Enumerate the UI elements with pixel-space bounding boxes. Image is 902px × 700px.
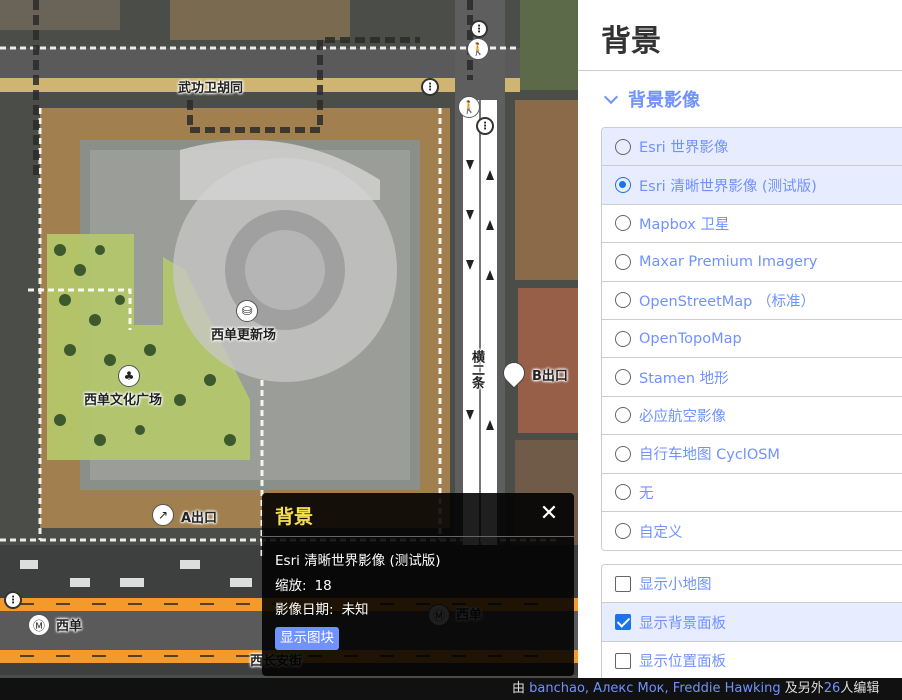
attribution-middle: 及另外 xyxy=(780,681,824,696)
background-source-label: Mapbox 卫星 xyxy=(639,216,730,233)
checkbox-checked-icon[interactable] xyxy=(615,614,631,631)
radio-icon[interactable] xyxy=(615,215,631,232)
attribution-text: 由 banchao, Алекс Мок, Freddie Hawking 及另… xyxy=(512,678,879,700)
radio-icon[interactable] xyxy=(615,292,631,309)
section-title: 背景影像 xyxy=(628,90,700,111)
radio-selected-icon[interactable] xyxy=(615,177,631,194)
map-view[interactable]: 武功卫胡同 西单更新场 西单文化广场 A出口 B出口 西单 西单 西长安街 横二… xyxy=(0,0,578,700)
radio-icon[interactable] xyxy=(615,407,631,424)
shopping-bag-icon[interactable]: ⛁ xyxy=(236,300,258,322)
close-icon[interactable]: ✕ xyxy=(538,503,560,525)
background-pane: 背景 背景影像 Esri 世界影像 Esri 清晰世界影像 (测试版) Mapbox… xyxy=(578,0,902,678)
chevron-down-icon xyxy=(603,89,619,105)
pedestrian-crossing-icon-2[interactable]: 🚶 xyxy=(458,96,480,118)
attribution-footer: 由 banchao, Алекс Мок, Freddie Hawking 及另… xyxy=(0,678,902,700)
poi-label-xidan-mall[interactable]: 西单更新场 xyxy=(211,324,276,343)
attribution-count-link[interactable]: 26 xyxy=(824,681,841,696)
display-option-item[interactable]: 显示小地图 xyxy=(602,565,902,604)
poi-label-exit-b[interactable]: B出口 xyxy=(532,365,568,384)
background-source-label: 无 xyxy=(639,485,654,502)
info-panel-header: 背景 ✕ xyxy=(262,493,574,537)
background-source-label: Stamen 地形 xyxy=(639,370,729,387)
background-source-item[interactable]: 自定义 xyxy=(602,511,902,551)
background-source-item[interactable]: 无 xyxy=(602,473,902,512)
traffic-signal-icon-3[interactable]: ⋮ xyxy=(476,117,494,135)
entrance-icon[interactable]: ↗ xyxy=(152,504,174,526)
checkbox-icon[interactable] xyxy=(615,575,631,592)
info-imagery-value: Esri 清晰世界影像 (测试版) xyxy=(275,553,441,569)
attribution-authors-link[interactable]: banchao, Алекс Мок, Freddie Hawking xyxy=(529,681,781,696)
info-panel-body: Esri 清晰世界影像 (测试版) 缩放: 18 影像日期: 未知 显示图块 xyxy=(262,537,574,662)
display-option-label: 显示背景面板 xyxy=(639,615,726,632)
checkbox-icon[interactable] xyxy=(615,652,631,669)
street-label-vertical[interactable]: 横二条 xyxy=(467,350,486,389)
background-source-item[interactable]: Mapbox 卫星 xyxy=(602,204,902,244)
traffic-signal-icon-4[interactable]: ⋮ xyxy=(4,591,22,609)
pedestrian-crossing-icon-1[interactable]: 🚶 xyxy=(467,38,489,60)
pane-title: 背景 xyxy=(601,24,661,59)
display-option-label: 显示小地图 xyxy=(639,577,712,594)
info-zoom-label: 缩放: xyxy=(275,577,307,594)
radio-icon[interactable] xyxy=(615,253,631,270)
background-source-label: OpenTopoMap xyxy=(639,330,742,347)
traffic-signal-icon-2[interactable]: ⋮ xyxy=(470,20,488,38)
background-source-item[interactable]: OpenTopoMap xyxy=(602,319,902,359)
background-info-panel: 背景 ✕ Esri 清晰世界影像 (测试版) 缩放: 18 影像日期: 未知 显… xyxy=(262,493,574,676)
radio-icon[interactable] xyxy=(615,369,631,386)
background-source-item[interactable]: 自行车地图 CyclOSM xyxy=(602,435,902,474)
background-source-label: Maxar Premium Imagery xyxy=(639,253,818,270)
info-date-label: 影像日期: xyxy=(275,602,334,618)
poi-label-exit-a[interactable]: A出口 xyxy=(181,507,217,526)
radio-icon[interactable] xyxy=(615,523,631,540)
background-source-label: Esri 清晰世界影像 (测试版) xyxy=(639,178,817,195)
show-tiles-button[interactable]: 显示图块 xyxy=(275,626,339,650)
background-source-label: 自定义 xyxy=(639,524,683,541)
background-source-item[interactable]: OpenStreetMap （标准） xyxy=(602,281,902,320)
pane-header: 背景 xyxy=(578,0,902,71)
radio-icon[interactable] xyxy=(615,484,631,501)
park-tree-icon[interactable]: ♣ xyxy=(118,365,140,387)
info-panel-title: 背景 xyxy=(275,506,314,528)
info-imagery-row: Esri 清晰世界影像 (测试版) xyxy=(275,549,561,574)
traffic-signal-icon-1[interactable]: ⋮ xyxy=(421,78,439,96)
radio-icon[interactable] xyxy=(615,330,631,347)
background-source-label: 必应航空影像 xyxy=(639,408,726,425)
background-source-label: OpenStreetMap （标准） xyxy=(639,293,815,310)
station-label-xidan-1[interactable]: 西单 xyxy=(56,615,82,634)
section-toggle-background-imagery[interactable]: 背景影像 xyxy=(602,86,700,112)
background-source-item[interactable]: Esri 世界影像 xyxy=(602,128,902,167)
background-source-label: Esri 世界影像 xyxy=(639,140,729,157)
display-option-item[interactable]: 显示背景面板 xyxy=(602,603,902,642)
info-zoom-row: 缩放: 18 xyxy=(275,574,561,599)
background-source-item[interactable]: 必应航空影像 xyxy=(602,396,902,436)
display-options-list: 显示小地图显示背景面板 显示位置面板 xyxy=(601,564,902,678)
radio-icon[interactable] xyxy=(615,138,631,155)
background-source-label: 自行车地图 CyclOSM xyxy=(639,447,780,464)
radio-icon[interactable] xyxy=(615,445,631,462)
background-source-item[interactable]: Maxar Premium Imagery xyxy=(602,243,902,282)
subway-station-icon-1[interactable]: Ⓜ xyxy=(28,614,50,636)
info-zoom-value: 18 xyxy=(314,577,332,594)
background-source-list: Esri 世界影像 Esri 清晰世界影像 (测试版) Mapbox 卫星 Maxar… xyxy=(601,127,902,552)
attribution-suffix: 人编辑 xyxy=(840,681,880,696)
background-source-item[interactable]: Stamen 地形 xyxy=(602,358,902,397)
display-option-item[interactable]: 显示位置面板 xyxy=(602,641,902,678)
background-source-item[interactable]: Esri 清晰世界影像 (测试版) xyxy=(602,166,902,205)
display-option-label: 显示位置面板 xyxy=(639,654,726,671)
info-date-row: 影像日期: 未知 xyxy=(275,598,561,623)
attribution-prefix: 由 xyxy=(512,681,530,696)
poi-label-xidan-plaza[interactable]: 西单文化广场 xyxy=(84,389,162,408)
info-date-value: 未知 xyxy=(341,602,369,618)
street-label-wugong[interactable]: 武功卫胡同 xyxy=(178,77,243,96)
